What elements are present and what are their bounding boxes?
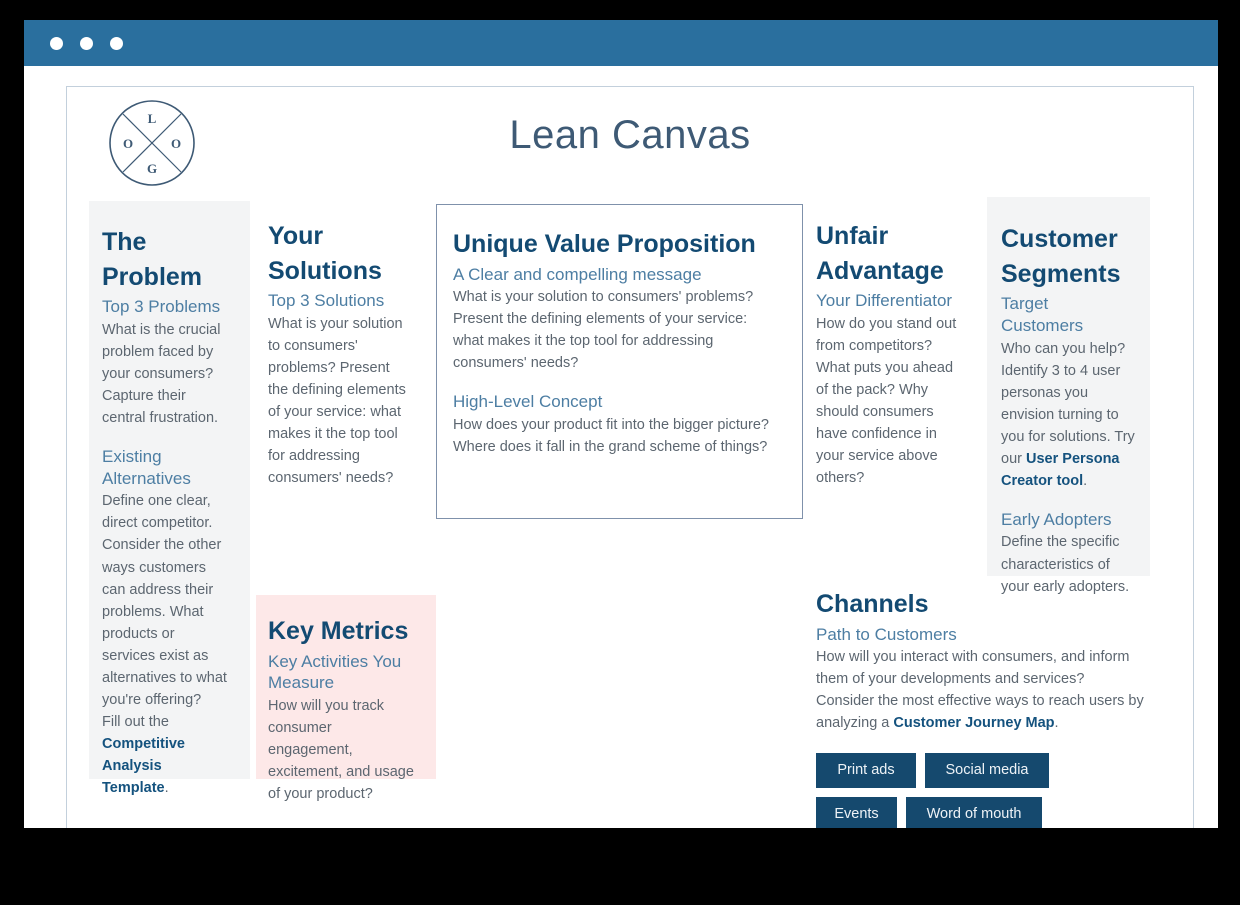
subtitle-early-adopters: Early Adopters [1001, 509, 1112, 529]
page-title: Lean Canvas [509, 113, 751, 157]
subtitle-path-to-customers: Path to Customers [816, 624, 957, 644]
block-title-solutions: Your Solutions [268, 222, 382, 285]
link-competitive-analysis-template[interactable]: Competitive Analysis Template [102, 736, 185, 796]
canvas-header: L O O G Lean Canvas [67, 87, 1193, 197]
body-segments-1-pre: Who can you help? Identify 3 to 4 user p… [1001, 340, 1135, 467]
subtitle-existing-alternatives: Existing Alternatives [102, 446, 191, 488]
body-uvp-2: How does your product fit into the bigge… [453, 417, 769, 456]
body-problem-2: Define one clear, direct competitor. Con… [102, 493, 227, 708]
body-channels-1: How will you interact with consumers, an… [816, 646, 1146, 734]
body-metrics-1: How will you track consumer engagement, … [268, 698, 414, 803]
browser-title-bar [24, 20, 1218, 66]
block-title-channels: Channels [816, 590, 929, 618]
block-your-solutions[interactable]: Your Solutions Top 3 Solutions What is y… [256, 219, 426, 519]
block-customer-segments[interactable]: Customer Segments Target Customers Who c… [987, 197, 1150, 595]
maximize-dot-icon[interactable] [110, 36, 123, 50]
body-uvp-1: What is your solution to consumers' prob… [453, 289, 754, 372]
body-problem-3-post: . [164, 779, 169, 796]
subtitle-target-customers: Target Customers [1001, 294, 1084, 335]
subtitle-clear-compelling-message: A Clear and compelling message [453, 264, 702, 284]
block-key-metrics[interactable]: Key Metrics Key Activities You Measure H… [256, 595, 436, 802]
canvas-board: The Problem Top 3 Problems What is the c… [67, 197, 1193, 828]
subtitle-high-level-concept: High-Level Concept [453, 392, 603, 412]
minimize-dot-icon[interactable] [80, 36, 93, 50]
block-title-key-metrics: Key Metrics [268, 617, 409, 645]
block-title-problem: The Problem [102, 228, 203, 291]
body-unfair-1: How do you stand out from competitors? W… [816, 315, 957, 486]
body-solutions-1: What is your solution to consumers' prob… [268, 315, 406, 486]
chip-events[interactable]: Events [816, 797, 897, 828]
body-problem-3-pre: Fill out the [102, 713, 169, 730]
body-problem-3: Fill out the Competitive Analysis Templa… [102, 711, 230, 799]
subtitle-key-activities: Key Activities You Measure [268, 651, 402, 693]
block-the-problem[interactable]: The Problem Top 3 Problems What is the c… [89, 201, 250, 796]
block-title-uvp: Unique Value Proposition [453, 230, 756, 258]
body-problem-1: What is the crucial problem faced by you… [102, 321, 221, 426]
close-dot-icon[interactable] [50, 36, 63, 50]
browser-window: L O O G Lean Canvas The Problem Top 3 Pr… [24, 20, 1218, 828]
lean-canvas-frame: L O O G Lean Canvas The Problem Top 3 Pr… [66, 86, 1194, 828]
browser-content-area: L O O G Lean Canvas The Problem Top 3 Pr… [24, 66, 1218, 828]
link-customer-journey-map[interactable]: Customer Journey Map [893, 715, 1054, 731]
subtitle-top-3-solutions: Top 3 Solutions [268, 291, 385, 310]
block-title-unfair-advantage: Unfair Advantage [816, 222, 944, 285]
svg-text:G: G [147, 161, 157, 176]
chip-social-media[interactable]: Social media [925, 753, 1049, 789]
block-unique-value-proposition[interactable]: Unique Value Proposition A Clear and com… [436, 204, 803, 519]
channel-chip-group: Print ads Social media Events Word of mo… [816, 753, 1136, 828]
block-title-customer-segments: Customer Segments [1001, 225, 1121, 288]
body-channels-1-post: . [1054, 715, 1059, 732]
block-unfair-advantage[interactable]: Unfair Advantage Your Differentiator How… [816, 219, 976, 489]
chip-word-of-mouth[interactable]: Word of mouth [906, 797, 1042, 828]
chip-print-ads[interactable]: Print ads [816, 753, 916, 789]
block-channels[interactable]: Channels Path to Customers How will you … [816, 587, 1146, 828]
subtitle-top-3-problems: Top 3 Problems [102, 297, 221, 316]
body-segments-1-post: . [1083, 472, 1088, 489]
subtitle-your-differentiator: Your Differentiator [816, 291, 953, 310]
body-segments-1: Who can you help? Identify 3 to 4 user p… [1001, 338, 1135, 492]
